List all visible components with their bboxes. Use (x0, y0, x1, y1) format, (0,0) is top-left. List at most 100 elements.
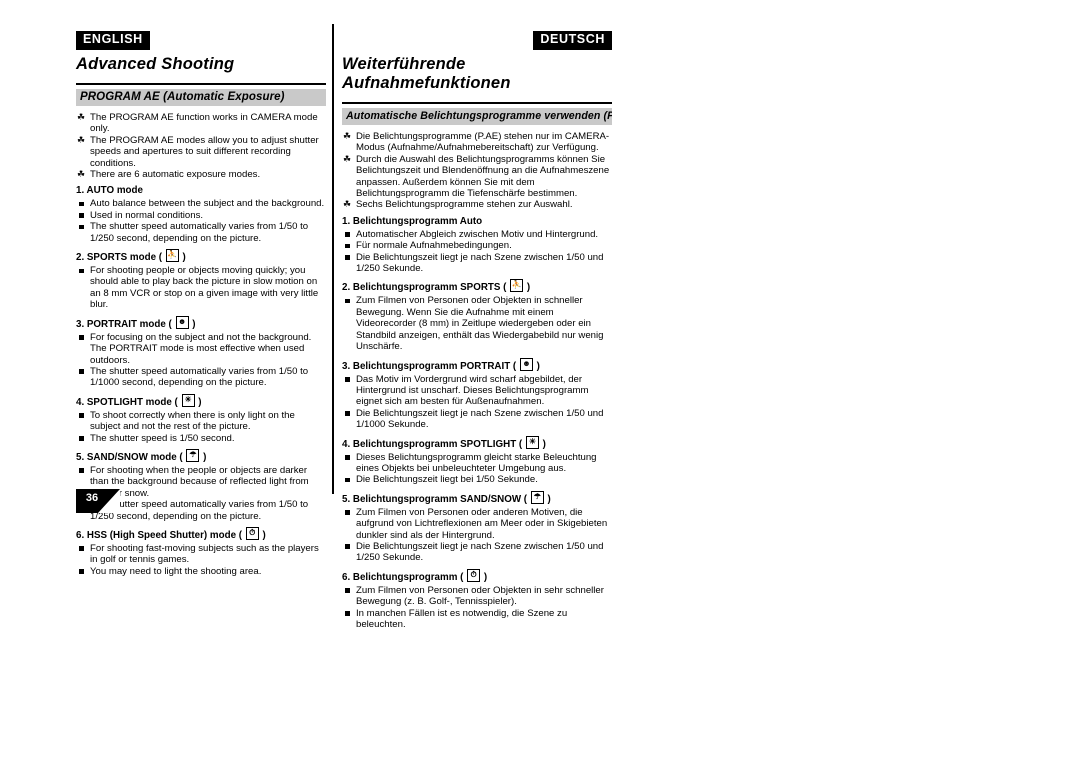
list-item: For focusing on the subject and not the … (76, 332, 326, 366)
list-item: Used in normal conditions. (76, 210, 326, 221)
list-item-text: Die Belichtungszeit liegt je nach Szene … (356, 251, 604, 275)
clover-bullet-icon (343, 200, 351, 208)
list-item-text: Dieses Belichtungsprogramm gleicht stark… (356, 451, 597, 474)
sandsnow-icon: ☂ (530, 490, 544, 504)
list-item-text: Zum Filmen von Personen oder Objekten in… (356, 295, 604, 353)
list-item-text: To shoot correctly when there is only li… (90, 409, 295, 433)
list-item: Die Belichtungszeit liegt je nach Szene … (342, 541, 612, 564)
list-item: You may need to light the shooting area. (76, 566, 326, 577)
list-item: Sechs Belichtungsprogramme stehen zur Au… (342, 199, 612, 210)
square-bullet-icon (79, 201, 84, 207)
spotlight-icon: ☀ (181, 393, 195, 407)
list-item-text: Automatischer Abgleich zwischen Motiv un… (356, 228, 599, 240)
square-bullet-icon (79, 224, 84, 230)
list-item-text: Zum Filmen von Personen oder anderen Mot… (356, 506, 608, 541)
chapter-title-english: Advanced Shooting (76, 55, 235, 73)
list-item: Dieses Belichtungsprogramm gleicht stark… (342, 452, 612, 475)
mode-heading-spotlight: 4. SPOTLIGHT mode ( ☀ ) (76, 393, 326, 409)
mode-heading-tail: ) (182, 252, 186, 264)
square-bullet-icon (345, 243, 350, 249)
square-bullet-icon (345, 544, 350, 549)
list-item-text: For shooting fast-moving subjects such a… (90, 542, 319, 566)
section-bar-deutsch: Automatische Belichtungsprogramme verwen… (342, 108, 612, 125)
english-language-row: ENGLISH (76, 30, 326, 50)
mode-heading-tail: ) (526, 282, 531, 294)
hss-icon: ⏱ (245, 526, 259, 540)
mode-heading-tail: ) (547, 493, 551, 505)
square-bullet-icon (345, 510, 350, 515)
list-item-text: Die Belichtungszeit liegt je nach Szene … (356, 540, 604, 564)
list-item-text: The PROGRAM AE modes allow you to adjust… (90, 134, 319, 169)
square-bullet-icon (345, 477, 350, 483)
square-bullet-icon (79, 268, 84, 274)
mode-heading-sports-de: 2. Belichtungsprogramm SPORTS ( ⛹ ) (342, 279, 612, 294)
column-divider (332, 24, 334, 494)
mode-heading-text: 6. Belichtungsprogramm ( (342, 571, 464, 583)
square-bullet-icon (345, 588, 350, 593)
mode-heading-portrait: 3. PORTRAIT mode ( ☻ ) (76, 315, 326, 331)
list-item-text: Die Belichtungsprogramme (P.AE) stehen n… (356, 131, 610, 154)
mode-heading-text: 1. AUTO mode (76, 185, 143, 197)
mode-heading-auto-de: 1. Belichtungsprogramm Auto (342, 216, 612, 228)
list-item-text: Sechs Belichtungsprogramme stehen zur Au… (356, 199, 573, 211)
list-item: The shutter speed is 1/50 second. (76, 433, 326, 444)
mode-heading-text: 6. HSS (High Speed Shutter) mode ( (76, 529, 243, 541)
list-item-text: There are 6 automatic exposure modes. (90, 169, 261, 181)
square-bullet-icon (345, 377, 350, 382)
title-rule-english (76, 83, 326, 85)
list-item: The PROGRAM AE modes allow you to adjust… (76, 135, 326, 169)
mode-heading-text: 3. PORTRAIT mode ( (76, 318, 172, 330)
mode-heading-text: 5. Belichtungsprogramm SAND/SNOW ( (342, 493, 528, 505)
language-badge-deutsch: DEUTSCH (533, 31, 612, 50)
list-item-text: Für normale Aufnahmebedingungen. (356, 240, 512, 252)
list-item-text: Used in normal conditions. (90, 209, 204, 221)
deutsch-language-row: DEUTSCH (342, 30, 612, 50)
deutsch-column: DEUTSCH Weiterführende Aufnahmefunktione… (342, 30, 612, 630)
list-item: For shooting fast-moving subjects such a… (76, 543, 326, 566)
list-item: The PROGRAM AE function works in CAMERA … (76, 112, 326, 135)
list-item-text: For shooting when the people or objects … (90, 464, 309, 499)
list-item: Die Belichtungszeit liegt je nach Szene … (342, 252, 612, 275)
portrait-icon: ☻ (175, 315, 189, 329)
list-item-text: Die Belichtungszeit liegt bei 1/50 Sekun… (356, 474, 538, 486)
sandsnow-icon: ☂ (186, 448, 200, 462)
mode-heading-tail: ) (483, 571, 488, 583)
list-item: To shoot correctly when there is only li… (76, 410, 326, 433)
language-badge-english: ENGLISH (76, 31, 150, 50)
list-item-text: The shutter speed automatically varies f… (90, 499, 309, 522)
mode-heading-text: 1. Belichtungsprogramm Auto (342, 215, 483, 227)
mode-heading-auto: 1. AUTO mode (76, 185, 326, 197)
mode-heading-tail: ) (192, 318, 196, 330)
runner-icon: ⛹ (165, 249, 179, 263)
clover-bullet-icon (77, 113, 85, 121)
square-bullet-icon (345, 455, 350, 460)
list-item: Zum Filmen von Personen oder Objekten in… (342, 585, 612, 608)
page-tab-corner (98, 489, 120, 513)
square-bullet-icon (79, 213, 84, 218)
list-item: The shutter speed automatically varies f… (76, 221, 326, 244)
list-item: The shutter speed automatically varies f… (76, 366, 326, 389)
mode-heading-hss-de: 6. Belichtungsprogramm ( ⏱ ) (342, 568, 612, 584)
list-item-text: Durch die Auswahl des Belichtungsprogram… (356, 153, 610, 200)
square-bullet-icon (79, 335, 84, 340)
mode-heading-tail: ) (542, 438, 546, 450)
mode-heading-tail: ) (203, 451, 207, 463)
clover-bullet-icon (343, 132, 351, 140)
list-item-text: Die Belichtungszeit liegt je nach Szene … (356, 407, 604, 431)
section-bar-english: PROGRAM AE (Automatic Exposure) (76, 89, 326, 106)
spotlight-icon: ☀ (525, 435, 539, 449)
list-item-text: Zum Filmen von Personen oder Objekten in… (356, 584, 604, 608)
list-item: In manchen Fällen ist es notwendig, die … (342, 608, 612, 631)
list-item-text: You may need to light the shooting area. (90, 565, 262, 577)
hss-icon: ⏱ (467, 568, 481, 582)
square-bullet-icon (345, 298, 350, 304)
mode-heading-text: 4. Belichtungsprogramm SPOTLIGHT ( (342, 438, 523, 450)
title-rule-deutsch (342, 102, 612, 104)
mode-heading-sports: 2. SPORTS mode ( ⛹ ) (76, 249, 326, 264)
square-bullet-icon (79, 436, 84, 441)
clover-bullet-icon (343, 155, 351, 163)
page-number-tab: 36 (76, 489, 120, 513)
list-item: For shooting people or objects moving qu… (76, 265, 326, 311)
list-item: Die Belichtungsprogramme (P.AE) stehen n… (342, 131, 612, 154)
square-bullet-icon (79, 546, 84, 551)
